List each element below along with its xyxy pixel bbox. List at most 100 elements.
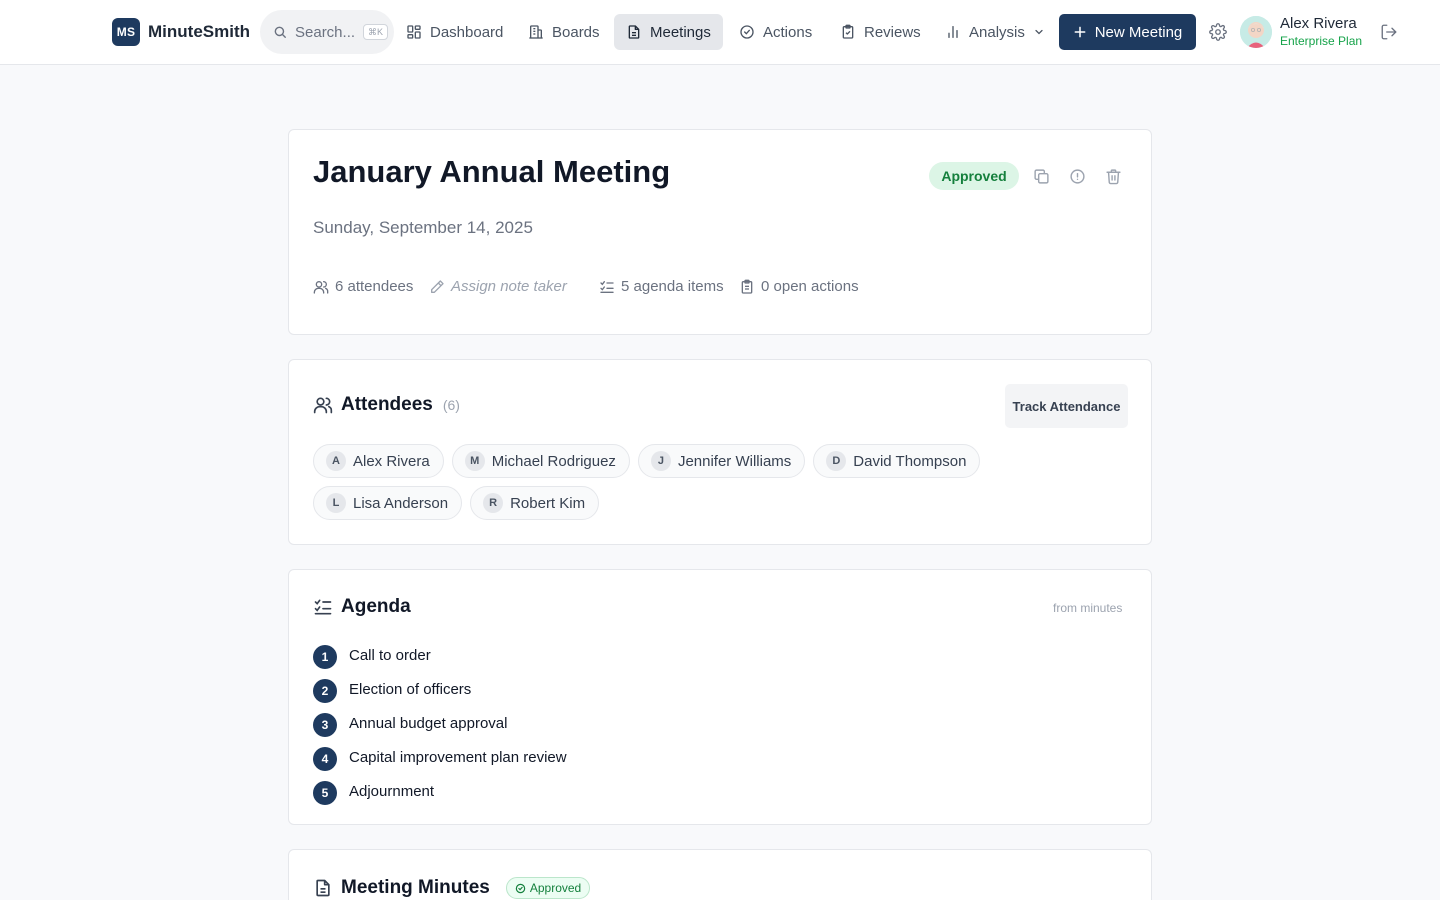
- nav-item-meetings[interactable]: Meetings: [614, 14, 723, 50]
- bar-chart-icon: [948, 26, 958, 38]
- agenda-text: Annual budget approval: [349, 714, 508, 732]
- agenda-source-label: from minutes: [1053, 601, 1123, 615]
- trash-icon: [1105, 168, 1121, 184]
- copy-icon: [1033, 168, 1049, 184]
- attendee-name: Jennifer Williams: [677, 452, 792, 470]
- attendee-initial: D: [826, 451, 847, 471]
- agenda-item: 2 Election of officers: [313, 672, 567, 706]
- list-checks-icon: [600, 280, 614, 293]
- attendee-chip[interactable]: M Michael Rodriguez: [451, 444, 630, 478]
- search-input[interactable]: Search... ⌘K: [260, 10, 394, 54]
- document-icon: [628, 25, 640, 39]
- nav-item-dashboard[interactable]: Dashboard: [394, 14, 515, 50]
- attendee-initial: J: [650, 451, 671, 471]
- minutes-card: Meeting Minutes Approved: [288, 849, 1152, 900]
- agenda-number: 2: [313, 679, 337, 703]
- minutes-status-badge: Approved: [505, 877, 591, 899]
- nav-item-label: Boards: [552, 23, 600, 41]
- nav-item-actions[interactable]: Actions: [727, 14, 824, 50]
- attendees-count: (6): [442, 397, 460, 413]
- nav-item-analysis[interactable]: Analysis: [933, 14, 1057, 50]
- attendee-name: Alex Rivera: [353, 452, 430, 470]
- check-circle-icon: [740, 25, 754, 39]
- attendee-chip[interactable]: J Jennifer Williams: [637, 444, 806, 478]
- agenda-number: 1: [313, 645, 337, 669]
- attendee-chip[interactable]: D David Thompson: [813, 444, 981, 478]
- status-badge: Approved: [929, 162, 1019, 190]
- info-button[interactable]: [1067, 166, 1087, 186]
- attendee-name: Lisa Anderson: [353, 494, 449, 512]
- clipboard-check-icon: [842, 24, 854, 39]
- nav-item-label: Reviews: [864, 23, 921, 41]
- agenda-text: Call to order: [349, 646, 431, 664]
- meeting-date: Sunday, September 14, 2025: [313, 218, 533, 237]
- open-actions-text: 0 open actions: [761, 278, 859, 295]
- users-icon: [313, 397, 333, 414]
- nav-item-label: Meetings: [650, 23, 711, 41]
- agenda-item: 1 Call to order: [313, 638, 567, 672]
- attendee-chip[interactable]: A Alex Rivera: [313, 444, 444, 478]
- clipboard-icon: [741, 279, 753, 294]
- nav-item-label: Analysis: [969, 23, 1025, 41]
- search-placeholder: Search...: [295, 23, 356, 41]
- agenda-number: 5: [313, 781, 337, 805]
- grid-icon: [407, 25, 421, 39]
- agenda-number: 4: [313, 747, 337, 771]
- agenda-number: 3: [313, 713, 337, 737]
- meeting-header-card: January Annual Meeting Approved Sunday, …: [288, 129, 1152, 335]
- agenda-text: Capital improvement plan review: [349, 748, 567, 766]
- attendees-header: Attendees (6): [313, 394, 460, 416]
- agenda-list: 1 Call to order 2 Election of officers 3…: [313, 638, 567, 808]
- attendee-initial: R: [483, 493, 504, 513]
- agenda-item: 4 Capital improvement plan review: [313, 740, 567, 774]
- new-meeting-button[interactable]: New Meeting: [1059, 14, 1196, 50]
- attendee-count: 6 attendees: [313, 278, 413, 295]
- open-actions-count: 0 open actions: [739, 278, 859, 295]
- attendee-name: Michael Rodriguez: [491, 452, 616, 470]
- attendee-chip[interactable]: L Lisa Anderson: [313, 486, 463, 520]
- agenda-text: Election of officers: [349, 680, 472, 698]
- attendee-name: Robert Kim: [510, 494, 586, 512]
- chevron-down-icon: [1035, 29, 1043, 35]
- assign-note-taker-button[interactable]: Assign note taker: [429, 278, 567, 295]
- logo-mark: MS: [112, 18, 140, 46]
- duplicate-button[interactable]: [1031, 166, 1051, 186]
- search-icon: [274, 26, 286, 38]
- user-plan: Enterprise Plan: [1280, 34, 1363, 48]
- search-shortcut-badge: ⌘K: [363, 24, 389, 40]
- top-navigation-bar: MS MinuteSmith Search... ⌘K Dashboard Bo…: [0, 0, 1440, 65]
- attendee-initial: M: [464, 451, 485, 471]
- minutes-status-text: Approved: [529, 881, 582, 895]
- gear-icon[interactable]: [1209, 23, 1227, 41]
- nav-item-boards[interactable]: Boards: [516, 14, 612, 50]
- nav-item-label: Actions: [763, 23, 813, 41]
- track-attendance-button[interactable]: Track Attendance: [1005, 384, 1128, 428]
- avatar[interactable]: [1240, 16, 1272, 48]
- assign-note-taker-text: Assign note taker: [451, 278, 567, 295]
- document-icon: [316, 879, 330, 897]
- attendees-title: Attendees: [341, 394, 433, 415]
- nav-item-reviews[interactable]: Reviews: [828, 14, 933, 50]
- agenda-text: Adjournment: [349, 782, 435, 800]
- plus-icon: [1074, 26, 1086, 38]
- agenda-count-text: 5 agenda items: [621, 278, 724, 295]
- agenda-title: Agenda: [341, 596, 411, 617]
- minutes-header: Meeting Minutes Approved: [313, 877, 591, 899]
- agenda-item: 5 Adjournment: [313, 774, 567, 808]
- agenda-count: 5 agenda items: [599, 278, 724, 295]
- agenda-header: Agenda: [313, 596, 411, 618]
- app-logo[interactable]: MS MinuteSmith: [112, 18, 250, 46]
- agenda-item: 3 Annual budget approval: [313, 706, 567, 740]
- new-meeting-label: New Meeting: [1094, 23, 1183, 41]
- user-name: Alex Rivera: [1280, 15, 1357, 32]
- nav-item-label: Dashboard: [430, 23, 504, 41]
- pencil-icon: [431, 279, 444, 293]
- attendee-list: A Alex Rivera M Michael Rodriguez J Jenn…: [313, 444, 1133, 520]
- logout-icon[interactable]: [1380, 23, 1398, 41]
- check-circle-icon: [515, 883, 526, 893]
- attendee-initial: A: [326, 451, 346, 471]
- page-title: January Annual Meeting: [313, 154, 671, 189]
- app-name: MinuteSmith: [148, 22, 250, 41]
- delete-button[interactable]: [1103, 166, 1123, 186]
- attendee-chip[interactable]: R Robert Kim: [470, 486, 600, 520]
